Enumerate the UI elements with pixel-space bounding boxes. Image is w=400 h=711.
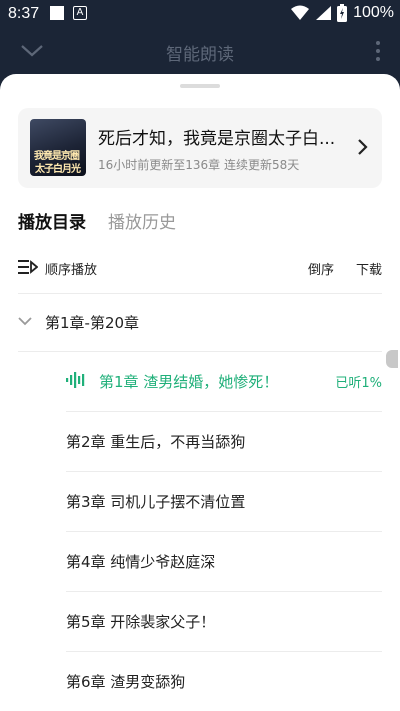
scrollbar-thumb[interactable] (386, 350, 398, 368)
sequential-play-icon[interactable] (18, 259, 38, 275)
app-notification-icon: A (73, 6, 87, 20)
divider (18, 293, 382, 294)
battery-level: 100% (353, 4, 394, 21)
chapter-title: 第3章 司机儿子摆不清位置 (66, 493, 246, 511)
chapter-title: 第1章 渣男结婚，她惨死！ (99, 373, 279, 391)
page-title: 智能朗读 (166, 45, 234, 65)
chapter-group-label: 第1章-第20章 (45, 314, 140, 332)
chapter-title: 第5章 开除裴家父子！ (66, 613, 216, 631)
chapter-item[interactable]: 第5章 开除裴家父子！ (66, 592, 382, 652)
audio-wave-icon (66, 372, 85, 388)
chapter-item[interactable]: 第2章 重生后，不再当舔狗 (66, 412, 382, 472)
sheet-drag-handle[interactable] (180, 84, 220, 88)
cover-title-line: 太子白月光 (35, 164, 81, 175)
book-card[interactable]: 我竟是京圈 太子白月光 死后才知，我竟是京圈太子白... 16小时前更新至136… (18, 108, 382, 188)
playlist-sheet: 我竟是京圈 太子白月光 死后才知，我竟是京圈太子白... 16小时前更新至136… (0, 74, 400, 711)
tab-playlist[interactable]: 播放目录 (18, 208, 86, 238)
playlist-toolbar: 顺序播放 倒序 下载 (18, 256, 382, 280)
wifi-icon (291, 5, 310, 20)
signal-icon (316, 6, 332, 20)
chapter-group-header[interactable]: 第1章-第20章 (18, 308, 382, 338)
sequential-play-button[interactable]: 顺序播放 (45, 259, 97, 278)
chevron-down-icon (18, 317, 32, 326)
tab-history[interactable]: 播放历史 (108, 208, 176, 238)
notification-icon (50, 6, 64, 20)
status-time: 8:37 (8, 5, 40, 22)
tab-bar: 播放目录 播放历史 (18, 208, 176, 238)
book-update-info: 16小时前更新至136章 连续更新58天 (98, 158, 300, 172)
chapter-item[interactable]: 第6章 渣男变舔狗 (66, 652, 382, 711)
reverse-order-button[interactable]: 倒序 (308, 259, 334, 278)
status-bar: 8:37 A 100% (0, 0, 400, 28)
download-button[interactable]: 下载 (356, 259, 382, 278)
chapter-title: 第4章 纯情少爷赵庭深 (66, 553, 216, 571)
more-options-icon[interactable] (374, 40, 382, 62)
status-icons: 100% (291, 4, 394, 22)
listen-progress: 已听1% (335, 376, 382, 391)
chevron-right-icon (358, 139, 368, 155)
chapter-item[interactable]: 第3章 司机儿子摆不清位置 (66, 472, 382, 532)
chapter-title: 第6章 渣男变舔狗 (66, 673, 186, 691)
chapter-item[interactable]: 第1章 渣男结婚，她惨死！ 已听1% (66, 352, 382, 412)
book-cover: 我竟是京圈 太子白月光 (30, 119, 86, 176)
chapter-title: 第2章 重生后，不再当舔狗 (66, 433, 246, 451)
chapter-item[interactable]: 第4章 纯情少爷赵庭深 (66, 532, 382, 592)
top-bar: 智能朗读 (0, 28, 400, 74)
book-title: 死后才知，我竟是京圈太子白... (98, 129, 336, 149)
battery-icon (337, 4, 348, 22)
